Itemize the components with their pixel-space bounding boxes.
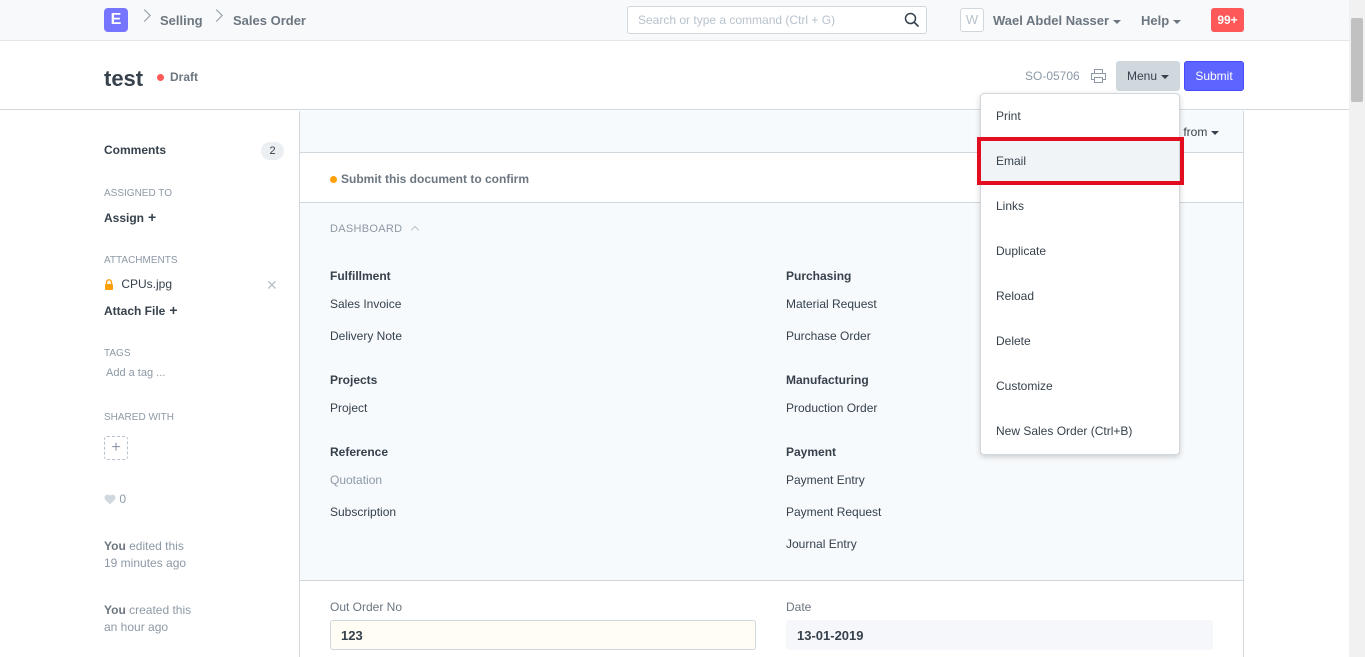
page-title: test — [104, 66, 144, 91]
remove-attachment-icon[interactable]: ✕ — [266, 277, 278, 294]
comments-count-badge: 2 — [261, 142, 284, 160]
like-count: 0 — [119, 492, 127, 506]
dashboard-heading: DASHBOARD — [330, 223, 403, 235]
menu-item-new-sales-order[interactable]: New Sales Order (Ctrl+B) — [981, 409, 1179, 454]
attach-file-label: Attach File — [104, 304, 166, 318]
dashboard-link-payment-entry[interactable]: Payment Entry — [786, 473, 865, 487]
dashboard-group-title: Reference — [330, 445, 389, 459]
menu-item-email[interactable]: Email — [981, 139, 1179, 184]
status-indicator-dot — [157, 74, 164, 81]
shared-with-heading: SHARED WITH — [104, 412, 174, 423]
dashboard-link-material-request[interactable]: Material Request — [786, 297, 877, 311]
out-order-no-label: Out Order No — [330, 600, 403, 614]
app-logo[interactable]: E — [104, 8, 128, 32]
lock-icon — [105, 279, 113, 291]
menu-item-print[interactable]: Print — [981, 94, 1179, 139]
date-field[interactable] — [786, 620, 1213, 650]
breadcrumb-selling[interactable]: Selling — [160, 13, 203, 28]
navbar: E Selling Sales Order W Wael Abdel Nasse… — [0, 0, 1349, 41]
attachment-filename: CPUs.jpg — [121, 277, 173, 291]
comments-label: Comments — [104, 143, 167, 157]
add-tag-input[interactable]: Add a tag ... — [106, 367, 165, 379]
activity-time: an hour ago — [104, 620, 169, 634]
page-scrollbar[interactable] — [1349, 0, 1365, 657]
menu-item-customize[interactable]: Customize — [981, 364, 1179, 409]
notifications-badge[interactable]: 99+ — [1211, 8, 1244, 32]
dashboard-group-title: Purchasing — [786, 269, 852, 283]
user-avatar[interactable]: W — [960, 8, 984, 32]
assign-label: Assign — [104, 211, 145, 225]
chevron-right-icon — [210, 9, 223, 22]
tags-heading: TAGS — [104, 348, 131, 359]
dashboard-group-title: Manufacturing — [786, 373, 869, 387]
attachment-item[interactable]: CPUs.jpg — [104, 277, 172, 291]
confirm-message-text: Submit this document to confirm — [341, 172, 529, 186]
dashboard-link-delivery-note[interactable]: Delivery Note — [330, 329, 402, 343]
help-menu[interactable]: Help — [1141, 13, 1182, 28]
chevron-right-icon — [138, 9, 151, 22]
dashboard-link-project[interactable]: Project — [330, 401, 367, 415]
user-name: Wael Abdel Nasser — [993, 13, 1110, 28]
menu-button[interactable]: Menu — [1116, 61, 1180, 91]
user-menu[interactable]: Wael Abdel Nasser — [993, 13, 1122, 28]
add-share-button[interactable]: + — [104, 436, 128, 460]
search-icon[interactable] — [904, 12, 920, 28]
caret-down-icon — [1161, 74, 1170, 79]
attach-file-button[interactable]: Attach File + — [104, 302, 178, 318]
activity-actor: You — [104, 603, 126, 617]
warning-dot — [330, 176, 337, 183]
search-box — [627, 6, 927, 34]
activity-action: created this — [125, 603, 192, 617]
comments-row[interactable]: Comments 2 — [104, 142, 284, 160]
menu-item-duplicate[interactable]: Duplicate — [981, 229, 1179, 274]
assigned-to-heading: ASSIGNED TO — [104, 188, 172, 199]
menu-button-label: Menu — [1126, 69, 1158, 83]
scrollbar-thumb[interactable] — [1351, 18, 1363, 102]
caret-down-icon — [1173, 19, 1182, 24]
dashboard-toggle[interactable]: DASHBOARD — [330, 223, 420, 235]
menu-item-reload[interactable]: Reload — [981, 274, 1179, 319]
activity-item: You edited this 19 minutes ago — [104, 538, 186, 572]
dashboard-link-quotation[interactable]: Quotation — [330, 473, 382, 487]
caret-down-icon — [1113, 19, 1122, 24]
assign-button[interactable]: Assign + — [104, 209, 156, 225]
like-button[interactable]: 0 — [104, 492, 126, 506]
dashboard-link-journal-entry[interactable]: Journal Entry — [786, 537, 857, 551]
printer-icon[interactable] — [1091, 69, 1106, 83]
activity-actor: You — [104, 539, 126, 553]
menu-item-delete[interactable]: Delete — [981, 319, 1179, 364]
plus-icon: + — [148, 209, 157, 225]
activity-time: 19 minutes ago — [104, 556, 187, 570]
menu-item-links[interactable]: Links — [981, 184, 1179, 229]
status-label: Draft — [170, 70, 199, 84]
attachments-heading: ATTACHMENTS — [104, 255, 178, 266]
search-input[interactable] — [638, 13, 898, 27]
plus-icon: + — [169, 302, 178, 318]
help-label: Help — [1141, 13, 1170, 28]
document-id: SO-05706 — [1025, 69, 1080, 83]
dashboard-link-payment-request[interactable]: Payment Request — [786, 505, 881, 519]
dashboard-link-purchase-order[interactable]: Purchase Order — [786, 329, 871, 343]
activity-item: You created this an hour ago — [104, 602, 191, 636]
submit-button[interactable]: Submit — [1184, 61, 1244, 91]
dashboard-link-subscription[interactable]: Subscription — [330, 505, 396, 519]
dashboard-link-sales-invoice[interactable]: Sales Invoice — [330, 297, 401, 311]
date-label: Date — [786, 600, 812, 614]
heart-icon — [104, 494, 116, 505]
activity-action: edited this — [125, 539, 184, 553]
dashboard-group-title: Fulfillment — [330, 269, 391, 283]
caret-down-icon — [1211, 130, 1220, 135]
menu-dropdown: Print Email Links Duplicate Reload Delet… — [980, 93, 1180, 455]
get-items-from-button[interactable]: s from — [1174, 125, 1220, 139]
out-order-no-input[interactable] — [330, 620, 756, 650]
dashboard-group-title: Payment — [786, 445, 837, 459]
form-fields: Out Order No Date — [300, 581, 1243, 657]
dashboard-link-production-order[interactable]: Production Order — [786, 401, 877, 415]
breadcrumb-sales-order[interactable]: Sales Order — [233, 13, 306, 28]
chevron-up-icon — [411, 225, 420, 235]
dashboard-group-title: Projects — [330, 373, 378, 387]
